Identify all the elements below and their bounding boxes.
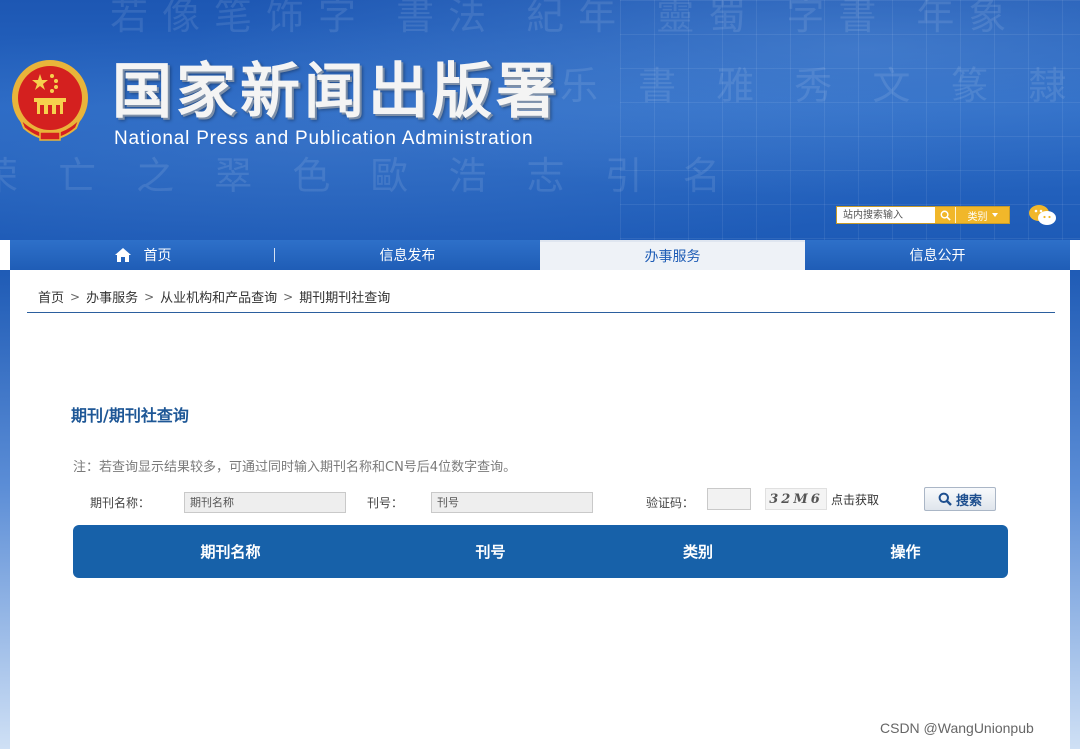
breadcrumb-institution-query[interactable]: 从业机构和产品查询 bbox=[160, 287, 277, 306]
site-search-input[interactable] bbox=[837, 207, 935, 223]
results-table-header: 期刊名称 刊号 类别 操作 bbox=[73, 525, 1008, 578]
national-emblem-icon bbox=[12, 60, 88, 141]
breadcrumb-divider bbox=[27, 312, 1055, 313]
issue-number-label: 刊号： bbox=[367, 496, 404, 510]
nav-item-info-release[interactable]: 信息发布 bbox=[275, 240, 540, 270]
site-search-box: 类别 bbox=[836, 206, 1010, 224]
side-decor-left bbox=[0, 270, 10, 749]
home-icon bbox=[114, 248, 131, 262]
category-dropdown[interactable]: 类别 bbox=[955, 207, 1009, 223]
breadcrumb-separator: > bbox=[70, 289, 81, 304]
breadcrumb-current[interactable]: 期刊期刊社查询 bbox=[299, 287, 390, 306]
captcha-label: 验证码： bbox=[646, 496, 695, 510]
nav-item-label: 首页 bbox=[143, 248, 172, 264]
nav-item-home[interactable]: 首页 bbox=[10, 240, 275, 270]
breadcrumb-separator: > bbox=[283, 289, 294, 304]
watermark-text: CSDN @WangUnionpub bbox=[880, 720, 1034, 736]
side-decor-right bbox=[1070, 270, 1080, 749]
query-note: 注：若查询显示结果较多，可通过同时输入期刊名称和CN号后4位数字查询。 bbox=[73, 460, 517, 475]
site-header: 若像笔饰字 書法 紀年 靈蜀 字書 年象 荣 亡 之 翠 色 歐 浩 志 引 名… bbox=[0, 0, 1080, 240]
column-header-issue-number: 刊号 bbox=[475, 543, 506, 561]
site-search-button[interactable] bbox=[935, 207, 955, 223]
caret-down-icon bbox=[991, 213, 998, 217]
breadcrumb: 首页 > 办事服务 > 从业机构和产品查询 > 期刊期刊社查询 bbox=[38, 287, 390, 307]
breadcrumb-home[interactable]: 首页 bbox=[38, 287, 64, 306]
page-title: 期刊/期刊社查询 bbox=[71, 406, 189, 425]
issue-number-input[interactable] bbox=[431, 492, 593, 513]
journal-name-input[interactable] bbox=[184, 492, 346, 513]
search-icon bbox=[940, 210, 951, 221]
search-icon bbox=[938, 492, 952, 506]
nav-item-label: 信息发布 bbox=[379, 248, 436, 264]
column-header-category: 类别 bbox=[682, 543, 713, 561]
captcha-refresh-link[interactable]: 点击获取 bbox=[831, 491, 879, 508]
header-calligraphy-decor: 乐 書 雅 秀 文 篆 隸 bbox=[560, 64, 1080, 108]
wechat-icon[interactable] bbox=[1028, 203, 1058, 227]
journal-name-label: 期刊名称： bbox=[90, 496, 151, 510]
header-calligraphy-decor: 若像笔饰字 書法 紀年 靈蜀 字書 年象 bbox=[110, 0, 1021, 38]
category-label: 类别 bbox=[967, 211, 988, 223]
breadcrumb-services[interactable]: 办事服务 bbox=[86, 287, 138, 306]
breadcrumb-separator: > bbox=[144, 289, 155, 304]
column-header-journal-name: 期刊名称 bbox=[200, 543, 261, 561]
main-nav: 首页 信息发布 办事服务 信息公开 bbox=[10, 240, 1070, 270]
captcha-image[interactable]: 32M6 bbox=[765, 488, 827, 510]
site-subtitle: National Press and Publication Administr… bbox=[114, 128, 534, 149]
header-calligraphy-decor: 荣 亡 之 翠 色 歐 浩 志 引 名 bbox=[0, 154, 735, 198]
nav-item-label: 信息公开 bbox=[909, 248, 966, 264]
site-title: 国家新闻出版署 bbox=[112, 57, 560, 127]
search-button[interactable]: 搜索 bbox=[924, 487, 996, 511]
nav-item-services[interactable]: 办事服务 bbox=[540, 240, 805, 270]
column-header-actions: 操作 bbox=[890, 543, 921, 561]
search-button-label: 搜索 bbox=[955, 493, 982, 509]
captcha-input[interactable] bbox=[707, 488, 751, 510]
nav-item-label: 办事服务 bbox=[644, 249, 701, 265]
nav-item-info-disclosure[interactable]: 信息公开 bbox=[805, 240, 1070, 270]
